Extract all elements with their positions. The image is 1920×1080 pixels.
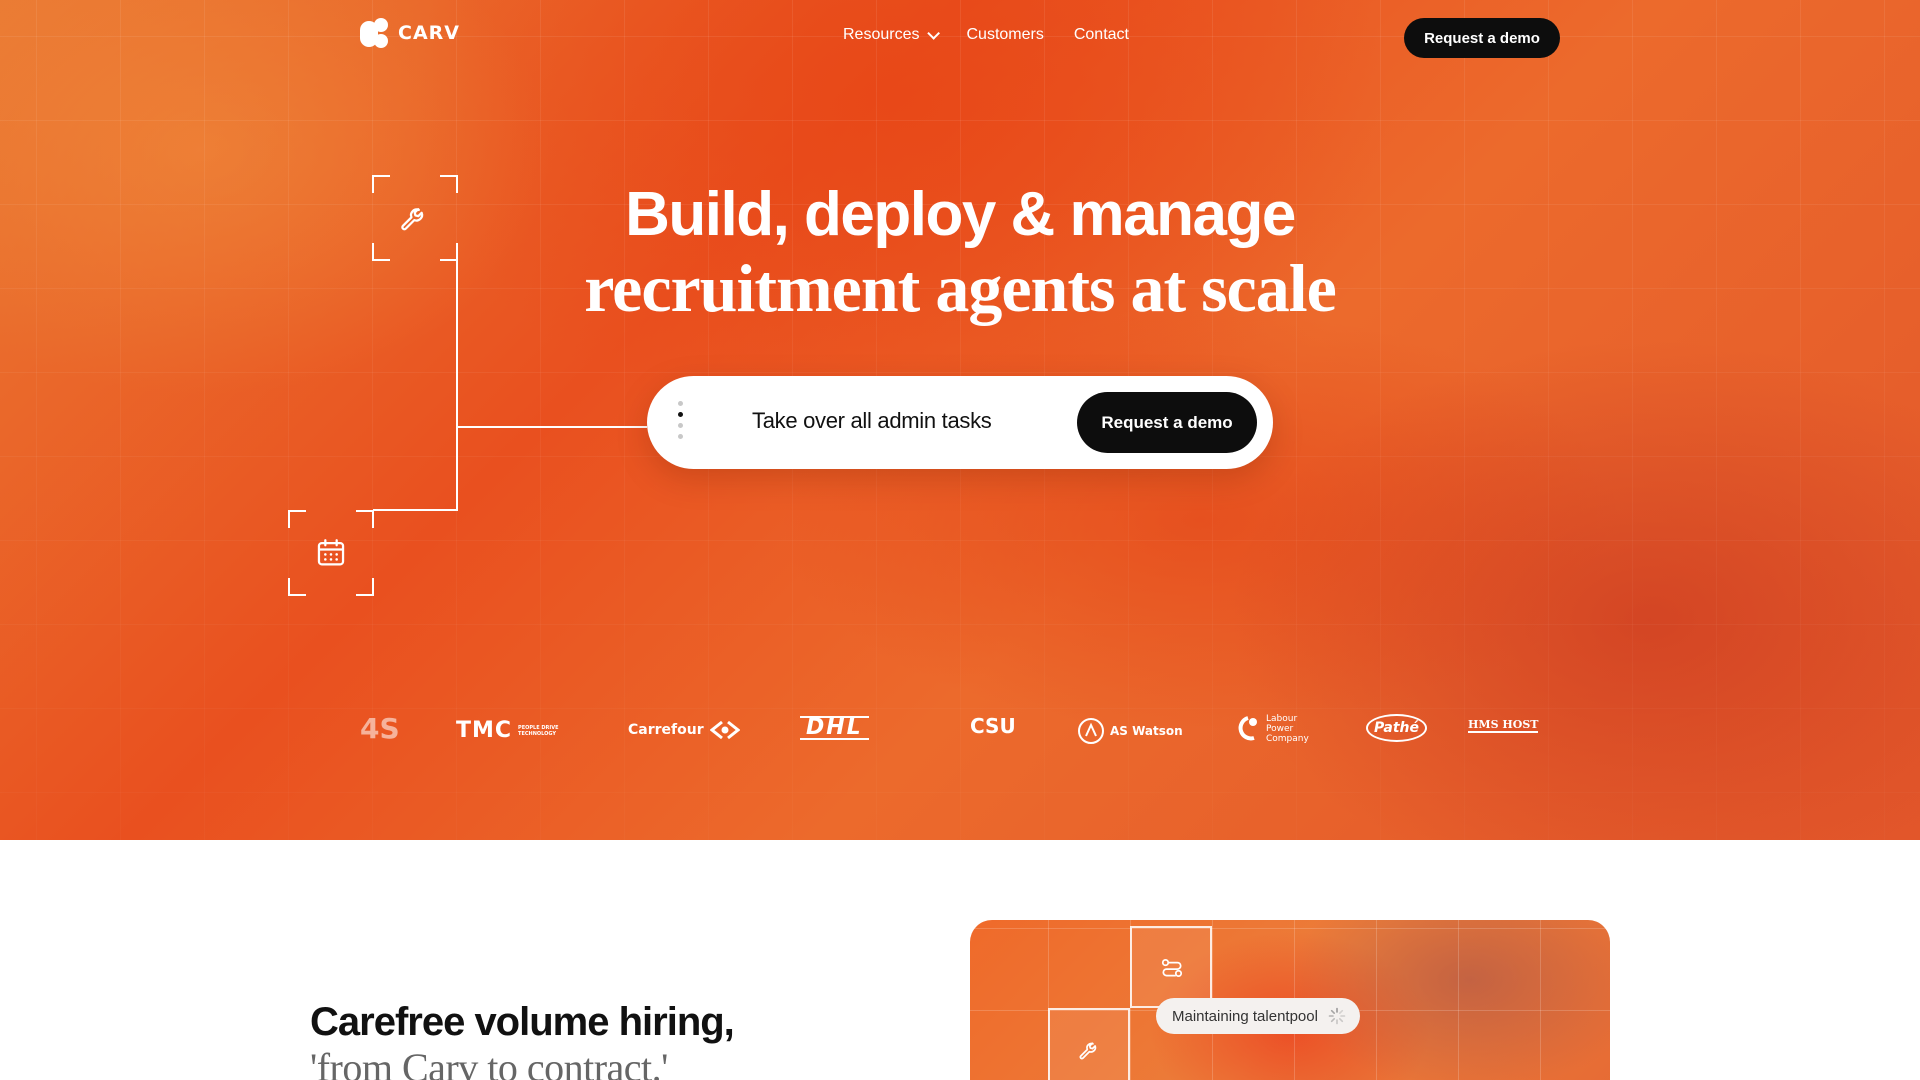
logo-pathe: Pathé: [1366, 714, 1427, 742]
calendar-icon: [317, 539, 345, 566]
logo-csu: CSU: [970, 714, 1016, 738]
brand-logo[interactable]: CARV: [360, 18, 460, 48]
flow-node-calendar: [288, 510, 374, 596]
pill-step-indicator: [678, 401, 683, 439]
nav-link-customers[interactable]: Customers: [966, 26, 1043, 44]
logo-labour-power: Labour Power Company: [1234, 714, 1310, 744]
flow-node-tools: [372, 175, 458, 261]
section-subtitle: 'from Carv to contract.': [310, 1045, 668, 1080]
hero-request-demo-button[interactable]: Request a demo: [1077, 392, 1257, 453]
status-chip: Maintaining talentpool: [1156, 998, 1360, 1034]
nav-link-resources[interactable]: Resources: [843, 26, 941, 44]
wrench-icon: [401, 208, 424, 231]
logo-carrefour: Carrefour: [628, 720, 740, 740]
workflow-icon: [1161, 959, 1183, 977]
labour-power-mark-icon: [1238, 716, 1257, 741]
pill-task-text: Take over all admin tasks: [752, 408, 992, 433]
logo-tmc: TMC PEOPLE DRIVE TECHNOLOGY: [456, 718, 559, 743]
loading-spinner-icon: [1328, 1007, 1346, 1025]
card-node-tools: [1048, 1008, 1130, 1080]
nav-link-label: Resources: [843, 26, 920, 43]
wrench-icon: [1079, 1042, 1097, 1060]
hero-title-line2: recruitment agents at scale: [584, 250, 1337, 326]
feature-card: Maintaining talentpool: [970, 920, 1610, 1080]
nav-links: Resources Customers Contact: [843, 26, 1129, 44]
card-node-workflow: [1130, 926, 1212, 1008]
flow-line: [456, 426, 647, 428]
flow-line: [373, 509, 458, 511]
task-pill: Take over all admin tasks Request a demo: [647, 376, 1273, 469]
top-nav: CARV Resources Customers Contact Request…: [0, 0, 1920, 74]
hero-section: CARV Resources Customers Contact Request…: [0, 0, 1920, 840]
brand-name: CARV: [398, 22, 460, 44]
nav-link-label: Contact: [1073, 26, 1129, 43]
section-title: Carefree volume hiring,: [310, 1000, 735, 1044]
hero-title: Build, deploy & manage recruitment agent…: [0, 176, 1920, 322]
hero-title-line1: Build, deploy & manage: [625, 180, 1296, 249]
status-chip-label: Maintaining talentpool: [1172, 1007, 1318, 1025]
nav-link-contact[interactable]: Contact: [1074, 26, 1129, 44]
nav-link-label: Customers: [966, 26, 1044, 43]
customer-logos: 4S TMC PEOPLE DRIVE TECHNOLOGY Carrefour…: [0, 700, 1920, 760]
logo-dhl: DHL: [800, 716, 869, 740]
as-watson-mark-icon: [1078, 718, 1104, 744]
logo-hms-host: HMS HOST: [1468, 718, 1539, 733]
carrefour-mark-icon: [709, 720, 740, 740]
logo-as-watson: AS Watson: [1078, 718, 1183, 744]
carv-logo-icon: [360, 18, 390, 48]
request-demo-button[interactable]: Request a demo: [1404, 18, 1560, 58]
flow-line: [456, 259, 458, 511]
chevron-down-icon: [927, 26, 941, 40]
logo-4s: 4S: [360, 712, 400, 745]
